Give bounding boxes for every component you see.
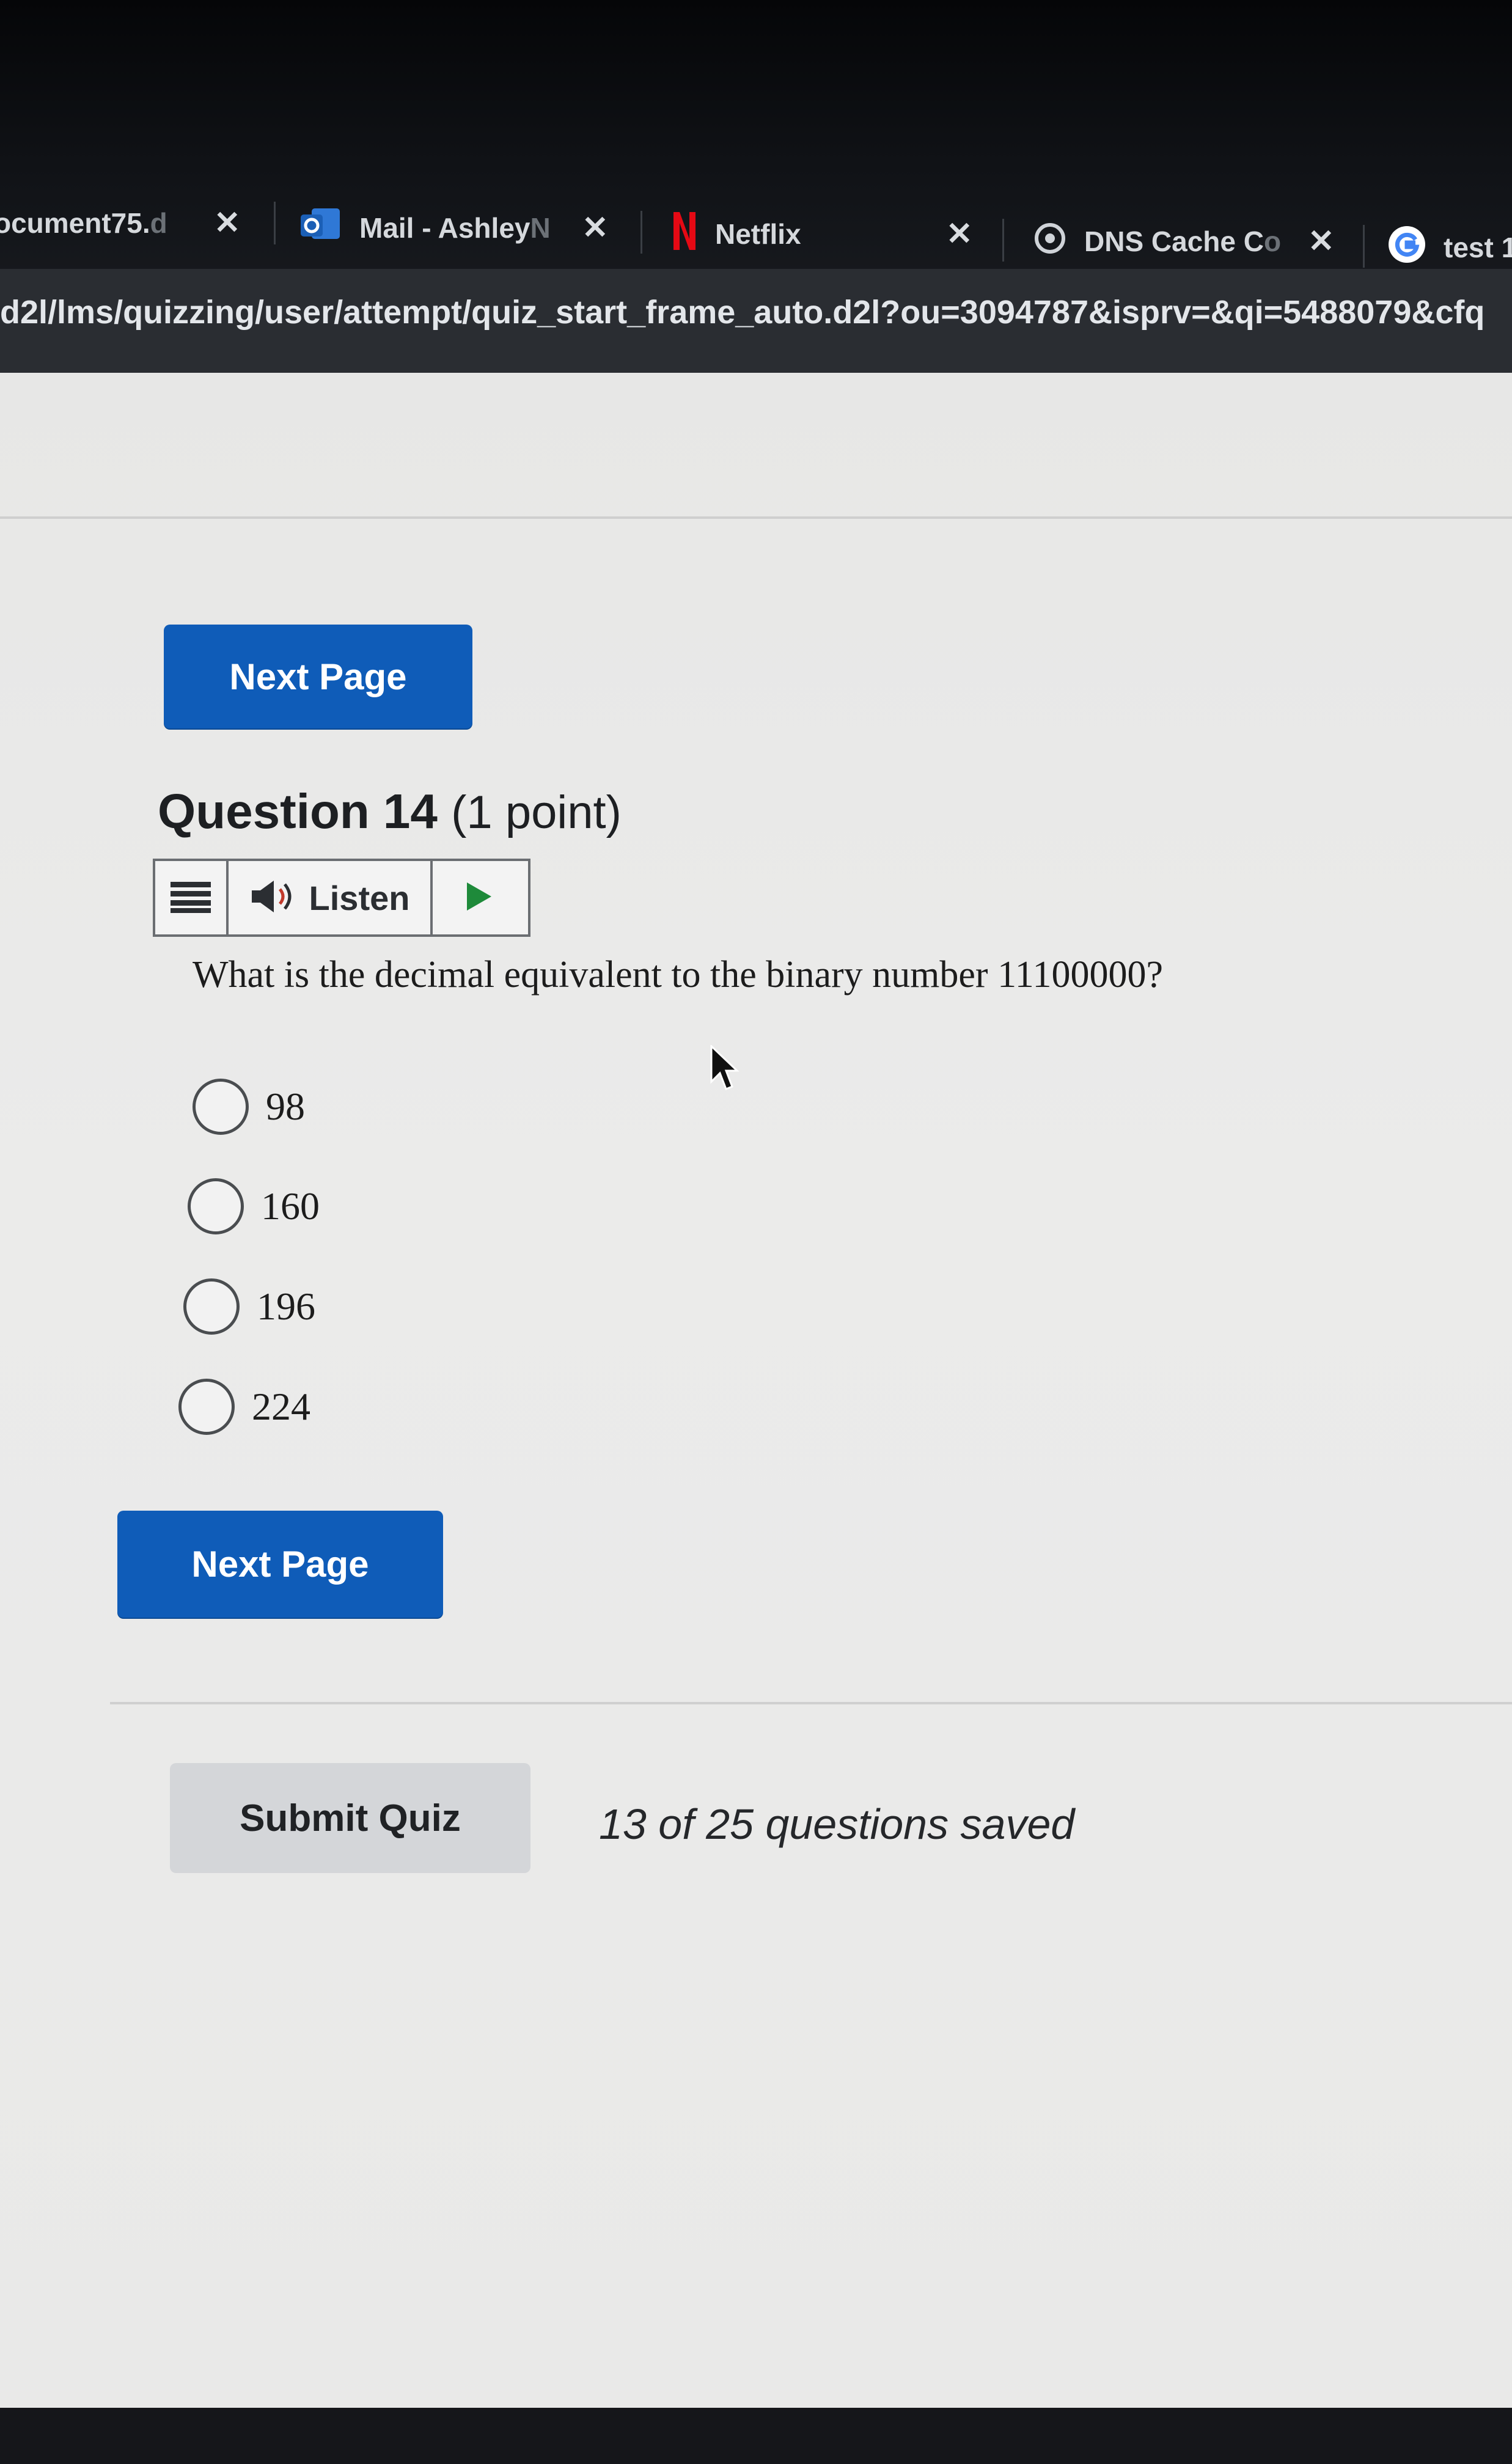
play-icon (463, 880, 494, 916)
submit-quiz-button[interactable]: Submit Quiz (170, 1763, 530, 1873)
top-divider (0, 516, 1512, 519)
tab-strip: ocument75. d ✕ Mail - Ashley N ✕ Netflix… (0, 177, 1512, 269)
listen-menu-button[interactable] (155, 861, 229, 934)
browser-chrome: ocument75. d ✕ Mail - Ashley N ✕ Netflix… (0, 0, 1512, 409)
tab-separator (640, 211, 642, 254)
radio-button[interactable] (178, 1379, 235, 1435)
radio-button[interactable] (193, 1079, 249, 1135)
outlook-icon (299, 206, 342, 251)
answer-option[interactable]: 98 (193, 1079, 305, 1135)
tab-document-title-faded: d (150, 207, 167, 239)
next-page-button-top[interactable]: Next Page (164, 625, 472, 728)
option-label: 98 (266, 1085, 305, 1128)
radio-button[interactable] (183, 1278, 240, 1335)
question-text: What is the decimal equivalent to the bi… (193, 954, 1163, 996)
question-title: Question 14 (1 point) (158, 783, 622, 840)
netflix-icon (671, 211, 698, 258)
url-text[interactable]: d2l/lms/quizzing/user/attempt/quiz_start… (0, 293, 1512, 331)
play-button[interactable] (433, 861, 524, 934)
listen-label: Listen (309, 878, 410, 917)
question-number: Question 14 (158, 784, 438, 838)
option-label: 224 (252, 1385, 310, 1428)
radio-button[interactable] (188, 1178, 244, 1234)
tab-separator (1002, 219, 1004, 262)
tab-mail-title-faded: N (530, 212, 551, 244)
tab-close-icon[interactable]: ✕ (946, 216, 973, 252)
tab-document-title: ocument75. (0, 207, 150, 239)
tab-close-icon[interactable]: ✕ (582, 210, 609, 246)
menu-icon (169, 879, 212, 917)
bottom-divider (110, 1702, 1512, 1704)
screen-bezel (0, 2408, 1512, 2464)
tab-netflix-title: Netflix (715, 218, 801, 250)
listen-button[interactable]: Listen (229, 861, 433, 934)
tab-mail[interactable]: Mail - Ashley N ✕ (299, 182, 609, 274)
option-label: 196 (257, 1285, 315, 1328)
tab-google-title: test 1 (1444, 232, 1512, 263)
next-page-button-bottom[interactable]: Next Page (117, 1511, 443, 1618)
tab-dns-title-faded: o (1263, 226, 1282, 257)
speaker-icon (249, 878, 298, 918)
google-icon (1387, 225, 1426, 271)
answer-option[interactable]: 196 (183, 1278, 315, 1335)
saved-status: 13 of 25 questions saved (599, 1800, 1075, 1848)
tab-mail-title: Mail - Ashley (359, 212, 530, 244)
tab-separator (274, 202, 276, 244)
listen-toolbar: Listen (153, 859, 530, 937)
mouse-cursor-icon (709, 1044, 739, 1097)
question-points: (1 point) (451, 787, 622, 838)
tab-netflix[interactable]: Netflix ✕ (671, 188, 973, 280)
tab-close-icon[interactable]: ✕ (1308, 223, 1335, 260)
answer-option[interactable]: 160 (188, 1178, 320, 1234)
option-label: 160 (261, 1184, 320, 1228)
tab-document[interactable]: ocument75. d ✕ (0, 177, 241, 269)
answer-option[interactable]: 224 (178, 1379, 310, 1435)
tab-dns-title: DNS Cache C (1084, 226, 1264, 257)
tab-close-icon[interactable]: ✕ (214, 205, 241, 241)
tab-separator (1363, 225, 1365, 268)
openai-icon (1033, 221, 1067, 262)
